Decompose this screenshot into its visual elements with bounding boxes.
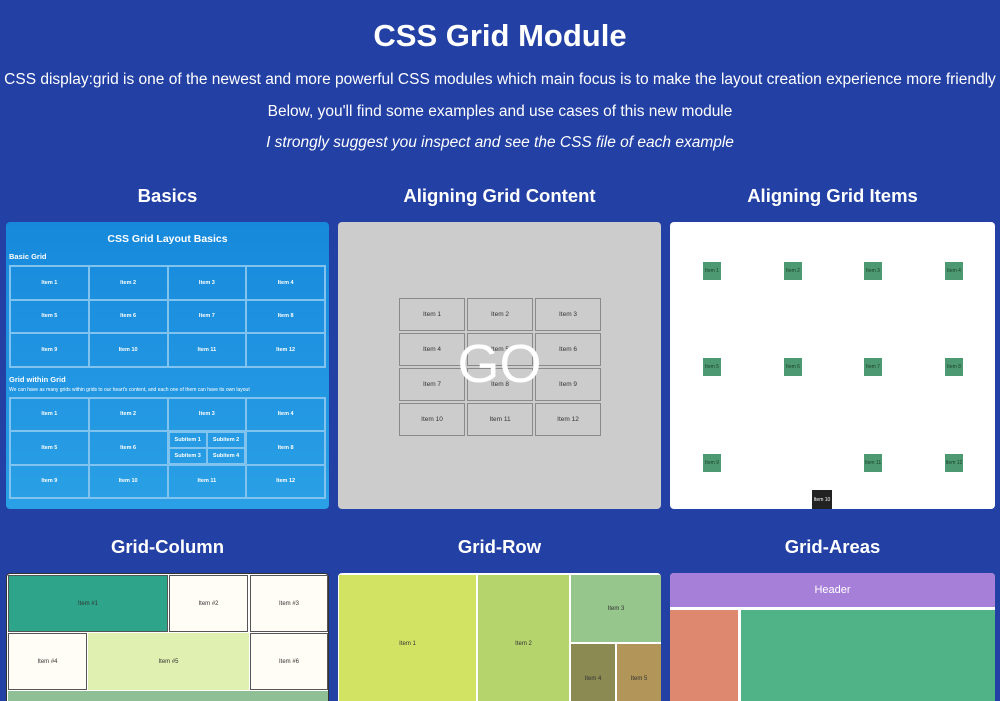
grid-cell: Item 10 (88, 333, 168, 367)
grid-row-card[interactable]: Item 1 Item 2 Item 3 Item 4 Item 5 (338, 573, 661, 701)
grid-item: Item 1 (399, 298, 465, 331)
basic-grid-heading: Basic Grid (9, 252, 47, 261)
section-title-aligning-content: Aligning Grid Content (403, 185, 596, 206)
column-item: Item #4 (8, 633, 87, 690)
section-title-aligning-items: Aligning Grid Items (747, 185, 918, 206)
subgrid-cell: Subitem 3 (168, 447, 207, 464)
grid-cell: Item 3 (167, 266, 247, 300)
grid-item: Item 1 (703, 262, 721, 280)
grid-cell: Item 6 (88, 299, 168, 333)
intro-text: CSS display:grid is one of the newest an… (4, 71, 996, 88)
row-item: Item 3 (571, 575, 661, 642)
row-item: Item 5 (617, 644, 661, 701)
grid-item: Item 4 (945, 262, 963, 280)
grid-cell: Item 11 (167, 464, 247, 498)
column-item-bottom (8, 691, 328, 701)
nested-grid: Item 1 Item 2 Item 3 Item 4 Item 5 Item … (9, 396, 326, 499)
grid-item: Item 6 (784, 358, 802, 376)
aligning-content-card[interactable]: Item 1 Item 2 Item 3 Item 4 Item 5 Item … (338, 222, 661, 509)
basics-card[interactable]: CSS Grid Layout Basics Basic Grid Item 1… (6, 222, 329, 509)
areas-main (741, 610, 995, 701)
go-overlay[interactable]: GO (338, 333, 661, 395)
grid-cell: Item 5 (10, 299, 89, 333)
grid-column-card[interactable]: Item #1 Item #2 Item #3 Item #4 Item #5 … (6, 573, 329, 701)
grid-cell: Item 12 (246, 333, 325, 367)
grid-cell: Item 3 (167, 397, 247, 431)
grid-cell: Item 2 (88, 397, 168, 431)
grid-item: Item 8 (945, 358, 963, 376)
grid-item: Item 11 (864, 454, 882, 472)
grid-item: Item 7 (864, 358, 882, 376)
section-title-grid-areas: Grid-Areas (784, 536, 881, 557)
subgrid-cell: Subitem 1 (168, 432, 207, 448)
grid-cell: Item 4 (246, 397, 325, 431)
grid-item-dark: Item 10 (812, 490, 832, 509)
grid-cell: Item 2 (88, 266, 168, 300)
grid-cell: Item 4 (246, 266, 325, 300)
grid-cell: Item 7 (167, 299, 247, 333)
basic-grid: Item 1 Item 2 Item 3 Item 4 Item 5 Item … (9, 265, 326, 368)
column-item: Item #5 (88, 633, 249, 690)
grid-cell: Item 9 (10, 464, 89, 498)
section-title-basics: Basics (137, 185, 198, 206)
row-item: Item 4 (571, 644, 615, 701)
grid-cell: Item 8 (246, 431, 325, 465)
column-item: Item #3 (250, 575, 328, 632)
subgrid-cell: Subitem 2 (206, 432, 246, 448)
below-text: Below, you'll find some examples and use… (267, 103, 733, 120)
grid-cell: Item 9 (10, 333, 89, 367)
grid-item: Item 12 (535, 403, 601, 436)
grid-cell: Item 10 (88, 464, 168, 498)
grid-item: Item 3 (535, 298, 601, 331)
basics-card-title: CSS Grid Layout Basics (107, 233, 228, 245)
section-title-grid-row: Grid-Row (457, 536, 542, 557)
areas-sidebar (670, 610, 738, 701)
column-item: Item #1 (8, 575, 168, 632)
column-item: Item #2 (169, 575, 248, 632)
grid-item: Item 11 (467, 403, 533, 436)
section-title-grid-column: Grid-Column (110, 536, 225, 557)
grid-cell: Item 1 (10, 266, 89, 300)
areas-header: Header (670, 573, 995, 607)
row-item: Item 1 (339, 575, 476, 701)
row-item: Item 2 (478, 575, 569, 701)
grid-item: Item 5 (703, 358, 721, 376)
column-item: Item #6 (250, 633, 328, 690)
grid-item: Item 3 (864, 262, 882, 280)
grid-item: Item 2 (467, 298, 533, 331)
grid-within-grid-heading: Grid within Grid (9, 374, 66, 384)
grid-cell: Item 6 (88, 431, 168, 465)
grid-item: Item 9 (703, 454, 721, 472)
grid-cell: Item 11 (167, 333, 247, 367)
subgrid-cell: Subitem 4 (206, 447, 246, 464)
suggest-text: I strongly suggest you inspect and see t… (266, 134, 734, 151)
grid-areas-card[interactable]: Header (670, 573, 995, 701)
grid-cell: Item 5 (10, 431, 89, 465)
grid-cell: Item 1 (10, 397, 89, 431)
aligning-items-card[interactable]: Item 1 Item 2 Item 3 Item 4 Item 5 Item … (670, 222, 995, 509)
page-title: CSS Grid Module (373, 18, 627, 53)
grid-within-note: We can have as many grids within grids t… (9, 386, 250, 393)
grid-item: Item 12 (945, 454, 963, 472)
grid-cell: Item 8 (246, 299, 325, 333)
grid-item: Item 2 (784, 262, 802, 280)
subgrid: Subitem 1 Subitem 2 Subitem 3 Subitem 4 (167, 431, 247, 465)
grid-item: Item 10 (399, 403, 465, 436)
grid-cell: Item 12 (246, 464, 325, 498)
